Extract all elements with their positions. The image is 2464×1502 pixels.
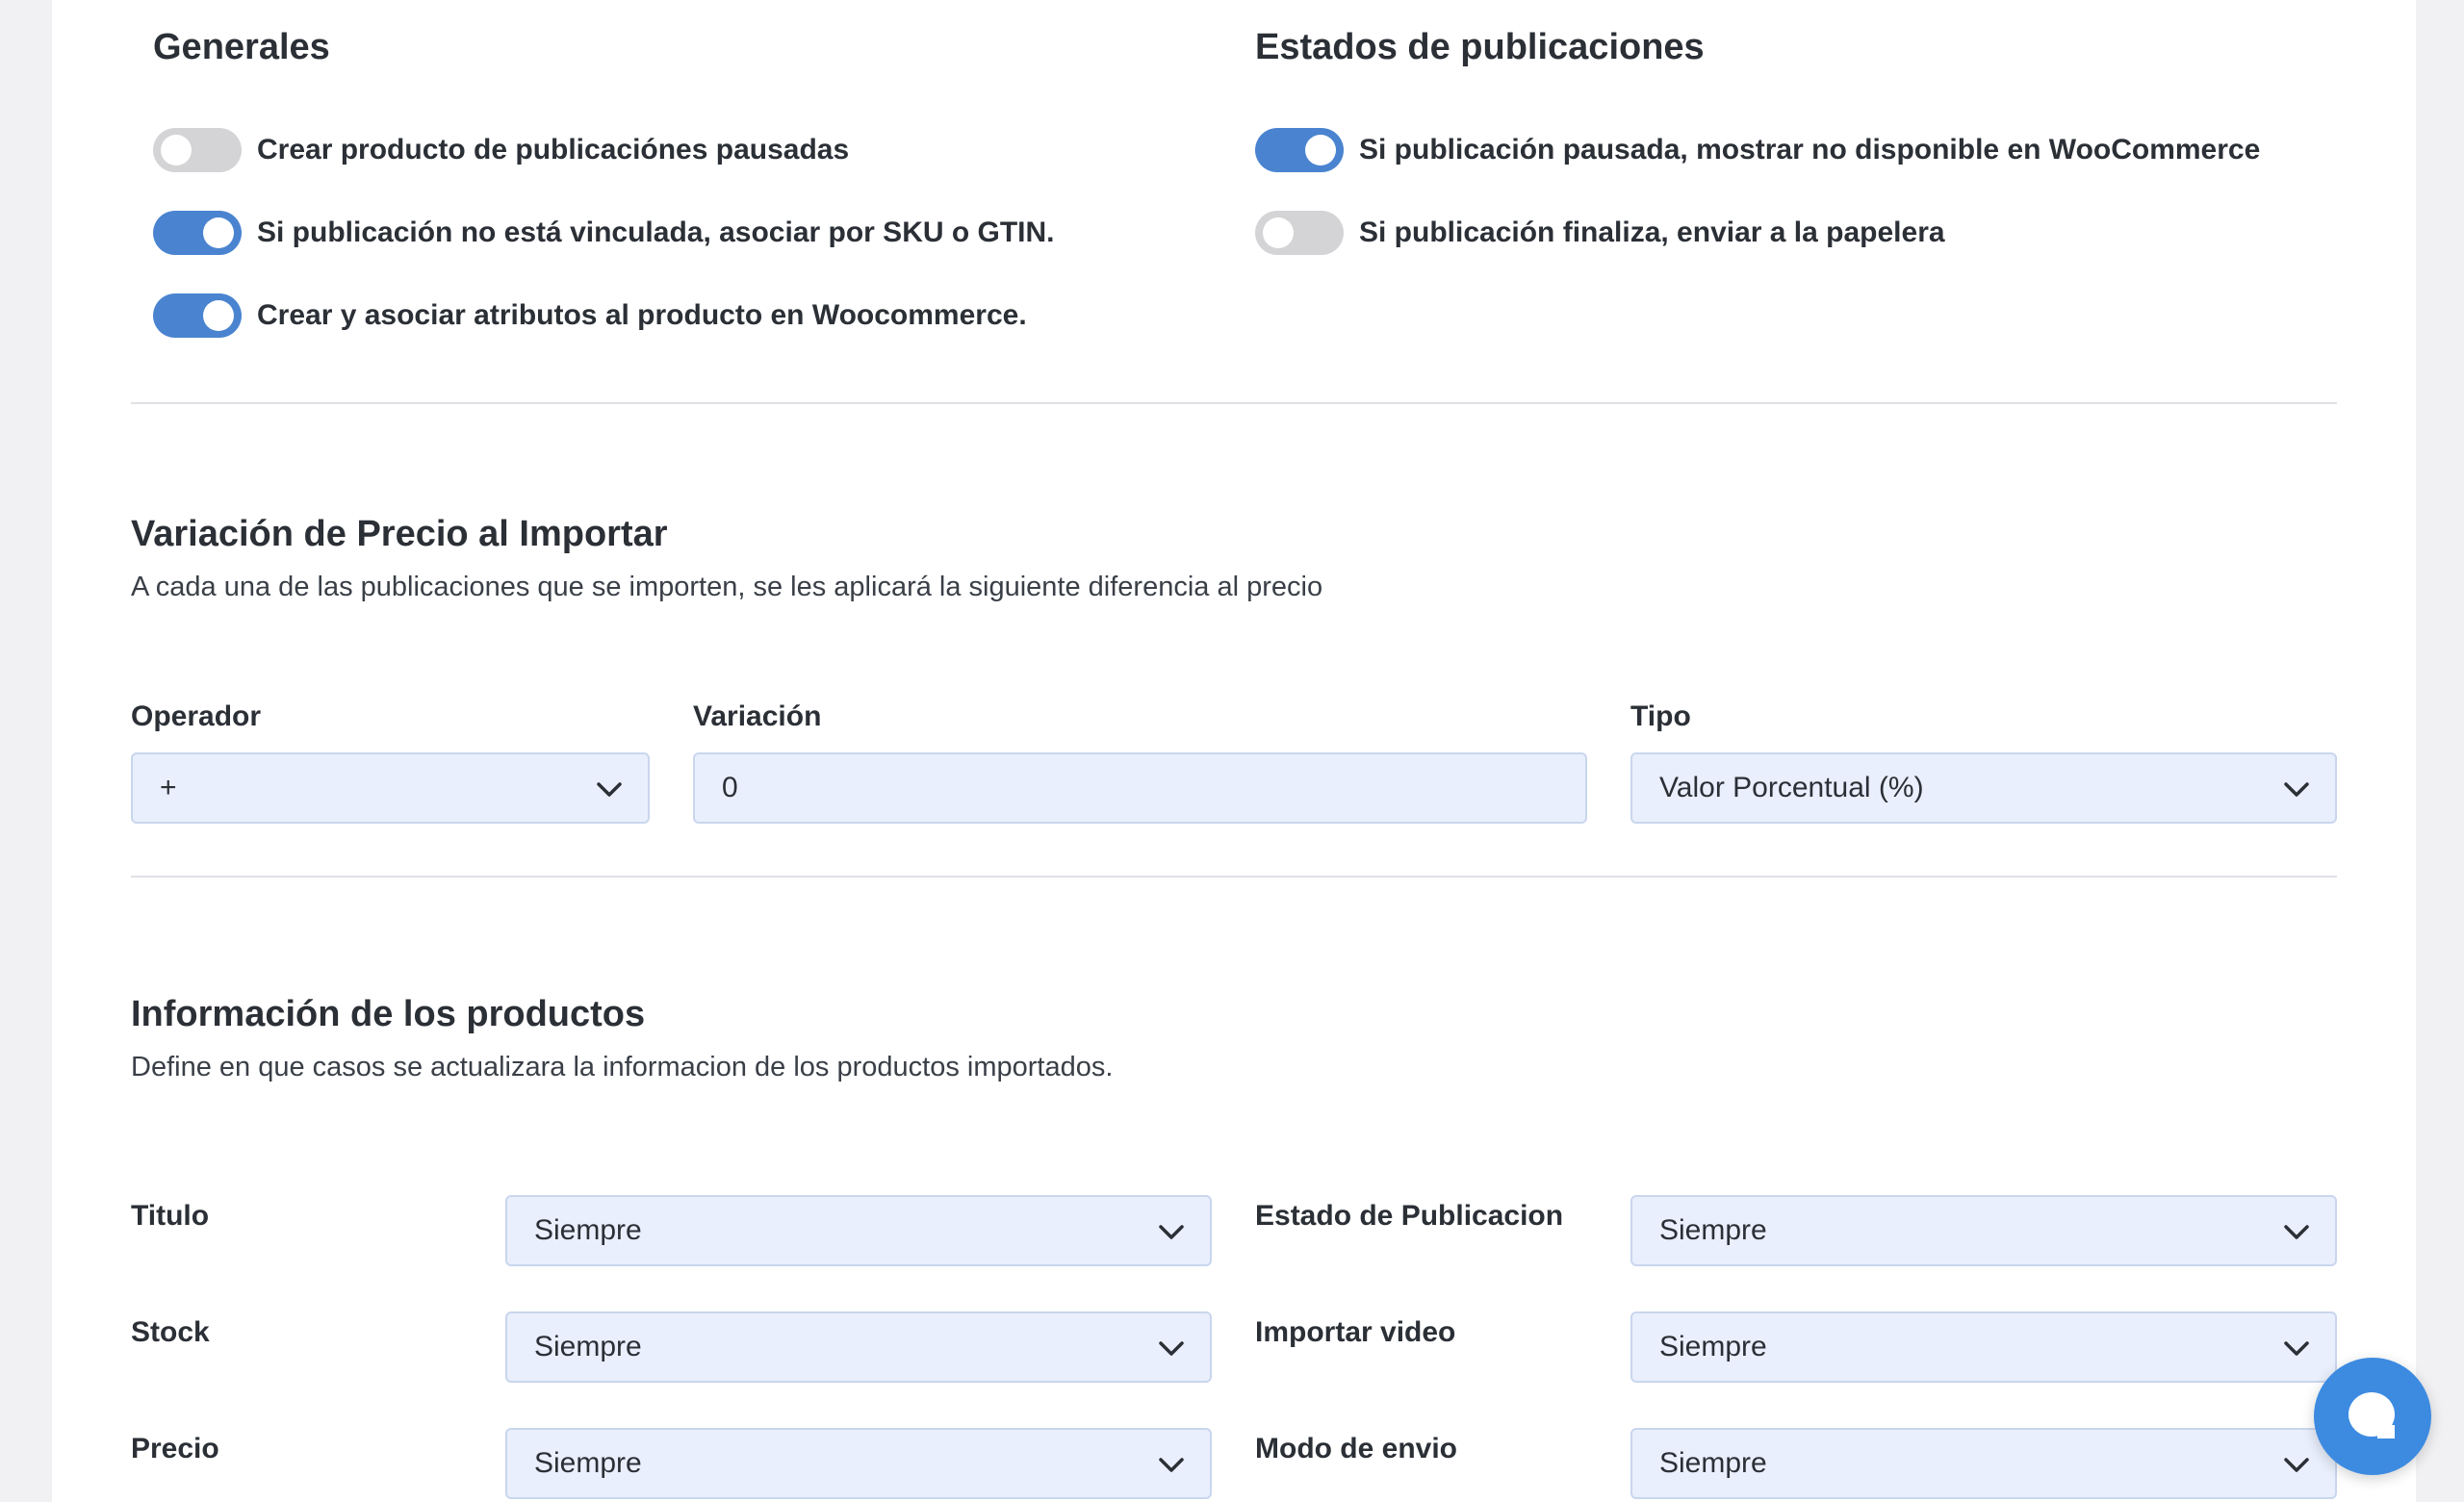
importar-video-select[interactable]: Siempre (1630, 1311, 2337, 1383)
toggle-row-sku: Si publicación no está vinculada, asocia… (153, 211, 1055, 255)
estado-publicacion-select[interactable]: Siempre (1630, 1195, 2337, 1266)
modo-envio-value: Siempre (1659, 1447, 1767, 1479)
variacion-value: 0 (722, 772, 738, 803)
tipo-label: Tipo (1630, 700, 1691, 732)
estado-publicacion-label: Estado de Publicacion (1255, 1200, 1564, 1232)
importar-video-value: Siempre (1659, 1331, 1767, 1362)
modo-envio-select[interactable]: Siempre (1630, 1428, 2337, 1499)
chevron-down-icon (1159, 1458, 1184, 1472)
chevron-down-icon (2284, 1341, 2309, 1356)
toggle-knob (1263, 217, 1294, 248)
toggle-knob (1305, 135, 1336, 165)
chevron-down-icon (597, 782, 622, 797)
stock-value: Siempre (534, 1331, 642, 1362)
variacion-input[interactable]: 0 (693, 752, 1587, 824)
operador-select[interactable]: + (131, 752, 650, 824)
chat-bubble-tail (2377, 1425, 2395, 1438)
chevron-down-icon (1159, 1225, 1184, 1239)
toggle-label: Si publicación pausada, mostrar no dispo… (1359, 134, 2261, 165)
variacion-label: Variación (693, 700, 822, 732)
stock-select[interactable]: Siempre (505, 1311, 1212, 1383)
toggle-crear-atributos[interactable] (153, 293, 242, 338)
toggle-knob (161, 135, 192, 165)
chevron-down-icon (2284, 782, 2309, 797)
section-divider (131, 402, 2337, 404)
chevron-down-icon (2284, 1458, 2309, 1472)
tipo-select[interactable]: Valor Porcentual (%) (1630, 752, 2337, 824)
toggle-row-pausadas: Crear producto de publicaciónes pausadas (153, 128, 849, 172)
chat-button[interactable] (2314, 1358, 2431, 1475)
toggle-asociar-sku[interactable] (153, 211, 242, 255)
chevron-down-icon (2284, 1225, 2309, 1239)
operador-label: Operador (131, 700, 262, 732)
operador-value: + (160, 772, 177, 803)
info-title: Información de los productos (131, 994, 646, 1034)
section-divider (131, 876, 2337, 878)
toggle-mostrar-no-disponible[interactable] (1255, 128, 1344, 172)
estado-publicacion-value: Siempre (1659, 1214, 1767, 1246)
modo-envio-label: Modo de envio (1255, 1433, 1457, 1464)
toggle-crear-pausadas[interactable] (153, 128, 242, 172)
precio-label: Precio (131, 1433, 219, 1464)
variacion-title: Variación de Precio al Importar (131, 514, 668, 554)
precio-value: Siempre (534, 1447, 642, 1479)
toggle-row-papelera: Si publicación finaliza, enviar a la pap… (1255, 211, 1945, 255)
importar-video-label: Importar video (1255, 1316, 1456, 1348)
chevron-down-icon (1159, 1341, 1184, 1356)
toggle-knob (203, 217, 234, 248)
toggle-knob (203, 300, 234, 331)
tipo-value: Valor Porcentual (%) (1659, 772, 1924, 803)
toggle-label: Crear y asociar atributos al producto en… (257, 299, 1027, 331)
info-description: Define en que casos se actualizara la in… (131, 1052, 1114, 1082)
precio-select[interactable]: Siempre (505, 1428, 1212, 1499)
toggle-label: Si publicación no está vinculada, asocia… (257, 216, 1055, 248)
variacion-description: A cada una de las publicaciones que se i… (131, 572, 1323, 602)
titulo-label: Titulo (131, 1200, 210, 1232)
toggle-label: Crear producto de publicaciónes pausadas (257, 134, 850, 165)
stock-label: Stock (131, 1316, 210, 1348)
toggle-row-no-disponible: Si publicación pausada, mostrar no dispo… (1255, 128, 2260, 172)
toggle-label: Si publicación finaliza, enviar a la pap… (1359, 216, 1945, 248)
generales-title: Generales (153, 27, 330, 67)
toggle-row-atributos: Crear y asociar atributos al producto en… (153, 293, 1027, 338)
titulo-select[interactable]: Siempre (505, 1195, 1212, 1266)
titulo-value: Siempre (534, 1214, 642, 1246)
estados-title: Estados de publicaciones (1255, 27, 1705, 67)
toggle-enviar-papelera[interactable] (1255, 211, 1344, 255)
